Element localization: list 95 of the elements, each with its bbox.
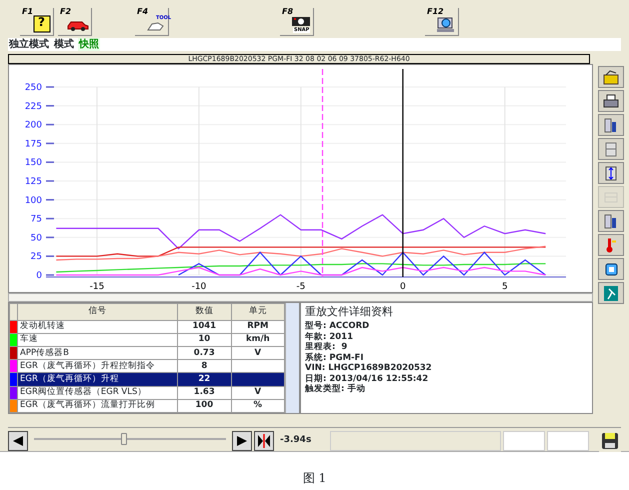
y-tick-label: 250 — [24, 83, 42, 93]
signal-name-cell: EGR阀位置传感器（EGR VLS） — [18, 386, 178, 400]
icon-label: ? — [38, 16, 45, 28]
tick-mark — [46, 180, 54, 182]
magnifier-computer-icon — [436, 15, 456, 33]
unit-cell — [231, 372, 285, 386]
unit-cell: RPM — [231, 320, 285, 334]
x-tick-label: 5 — [502, 282, 508, 292]
tick-mark — [46, 142, 54, 144]
exit-icon — [602, 284, 620, 302]
marker-button[interactable] — [254, 430, 274, 450]
tick-mark — [46, 218, 54, 220]
folder-icon — [602, 68, 620, 86]
value-cell: 100 — [178, 399, 232, 412]
function-key-button[interactable]: F2 — [58, 8, 92, 36]
mode-label: 快照 — [78, 38, 100, 51]
column-header: 信号 — [18, 304, 178, 320]
table-row[interactable]: APP传感器B 0.73 V — [10, 346, 285, 360]
table-row[interactable]: EGR（废气再循环）升程 22 — [10, 372, 285, 386]
toolbar-button[interactable] — [598, 114, 624, 136]
detail-line: VIN: LHGCP1689B2020532 — [305, 363, 433, 374]
tick-mark — [46, 199, 54, 201]
y-tick-label: 175 — [24, 139, 42, 150]
car-icon — [67, 19, 89, 32]
unit-cell: % — [231, 399, 285, 412]
marker-icon — [257, 434, 271, 448]
y-tick-label: 0 — [36, 271, 42, 281]
figure-caption: 图 1 — [302, 470, 328, 487]
tick-mark — [46, 255, 54, 257]
signal-name-cell: EGR（废气再循环）升程 — [18, 372, 178, 386]
value-cell: 1041 — [178, 320, 232, 334]
status-pane — [503, 430, 545, 450]
table-row[interactable]: 发动机转速 1041 RPM — [10, 320, 285, 334]
tick-mark — [46, 236, 54, 238]
column-header: 数值 — [178, 304, 232, 320]
signal-name-cell: EGR（废气再循环）流量打开比例 — [18, 399, 178, 412]
y-tick-label: 25 — [30, 252, 42, 262]
toolbar-button[interactable] — [598, 66, 624, 88]
tick-mark — [46, 124, 54, 126]
signal-name-cell: 车速 — [18, 333, 178, 346]
detail-line: 系统: PGM-FI — [305, 352, 365, 363]
function-key-button[interactable]: F1 ? — [20, 8, 54, 36]
note-icon — [33, 15, 51, 33]
y-tick-label: 125 — [24, 177, 42, 187]
value-cell: 0.73 — [178, 346, 232, 360]
value-cell: 22 — [178, 372, 232, 386]
mode-label: 独立模式 — [8, 38, 50, 51]
tick-mark — [46, 161, 54, 163]
camera-icon — [291, 16, 311, 26]
y-tick-label: 150 — [24, 158, 42, 168]
details-title: 重放文件详细资料 — [305, 305, 394, 319]
horizontal-scrollbar[interactable] — [8, 293, 593, 302]
status-pane — [547, 430, 589, 450]
value-cell: 1.63 — [178, 386, 232, 400]
unit-cell: km/h — [231, 333, 285, 346]
y-tick-label: 100 — [24, 196, 42, 206]
toolbar-button[interactable] — [598, 90, 624, 112]
y-tick-label: 50 — [30, 233, 42, 244]
x-tick-label: -10 — [192, 282, 206, 292]
toolbar-button[interactable] — [598, 162, 624, 184]
thermometer-icon — [606, 238, 616, 252]
x-tick-label: 0 — [400, 282, 406, 292]
tick-mark — [46, 274, 54, 276]
x-tick-label: -5 — [296, 282, 306, 292]
next-button[interactable] — [232, 430, 252, 450]
signal-name-cell: 发动机转速 — [18, 320, 178, 334]
detail-line: 触发类型: 手动 — [305, 384, 366, 394]
mode-label: 模式 — [53, 38, 75, 51]
detail-line: 里程表: 9 — [305, 342, 348, 352]
left-triangle-icon — [12, 434, 24, 446]
tick-mark — [46, 105, 54, 107]
table-row[interactable]: EGR（废气再循环）流量打开比例 100 % — [10, 399, 285, 412]
tick-mark — [46, 86, 54, 88]
detail-line: 型号: ACCORD — [305, 321, 370, 332]
slider-thumb[interactable] — [121, 432, 127, 444]
column-header: 单元 — [231, 304, 285, 320]
detail-line: 年款: 2011 — [305, 332, 354, 342]
x-tick-label: -15 — [90, 282, 104, 292]
toolbar-button[interactable] — [598, 258, 624, 280]
toolbar-button[interactable] — [598, 210, 624, 232]
unit-cell: V — [231, 386, 285, 400]
y-tick-label: 75 — [30, 214, 42, 225]
y-tick-label: 200 — [24, 120, 42, 131]
detail-line: 日期: 2013/04/16 12:55:42 — [305, 374, 430, 384]
table-row[interactable]: EGR阀位置传感器（EGR VLS） 1.63 V — [10, 386, 285, 400]
table-row[interactable]: 车速 10 km/h — [10, 333, 285, 346]
function-key-button[interactable]: F12 — [425, 8, 459, 36]
vertical-scrollbar[interactable] — [285, 303, 299, 413]
right-triangle-icon — [236, 434, 248, 446]
printer-icon — [602, 92, 620, 110]
time-readout: -3.94s — [279, 434, 312, 447]
value-cell: 10 — [178, 333, 232, 346]
signal-name-cell: APP传感器B — [18, 346, 178, 360]
y-tick-label: 225 — [24, 102, 42, 112]
previous-button[interactable] — [8, 430, 28, 450]
